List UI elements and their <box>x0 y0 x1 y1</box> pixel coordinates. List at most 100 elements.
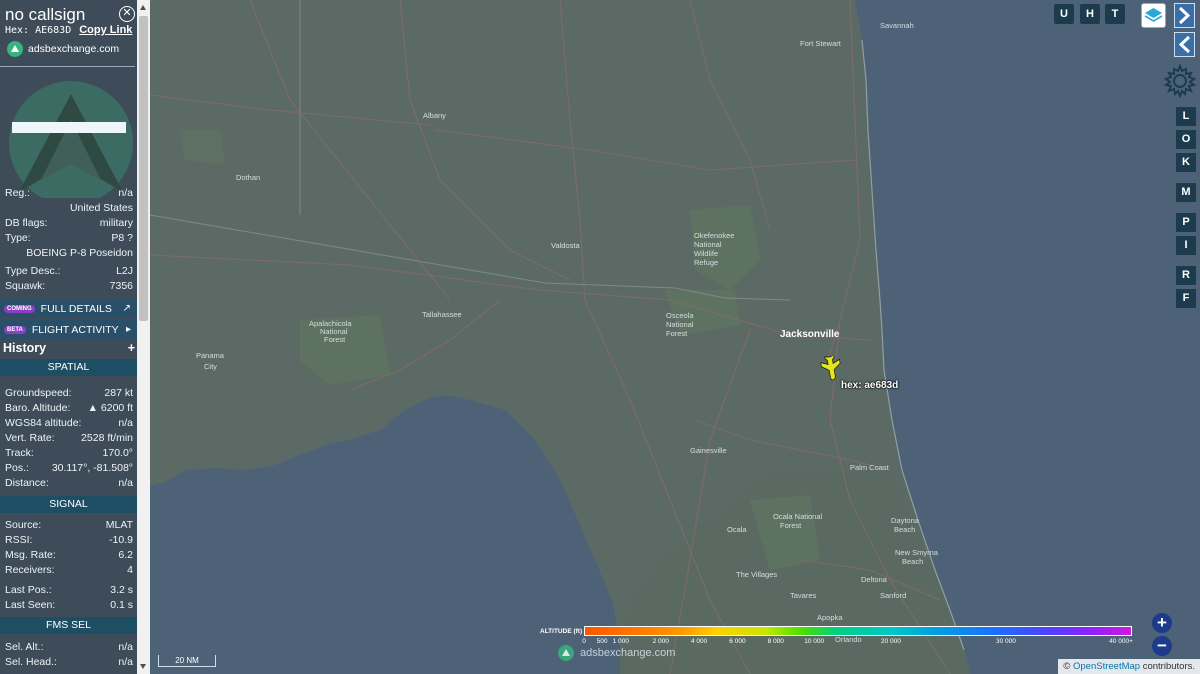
spatial-value: 170.0° <box>102 447 133 459</box>
typedesc-value: L2J <box>116 265 133 277</box>
layers-button[interactable] <box>1141 3 1166 28</box>
signal-label: Last Seen: <box>5 599 56 611</box>
signal-value: -10.9 <box>109 534 133 546</box>
map-canvas[interactable]: Savannah Fort Stewart Albany Dothan Valdosta… <box>150 0 1200 674</box>
attribution-suffix: contributors. <box>1140 661 1195 672</box>
scroll-up-icon[interactable] <box>140 5 146 10</box>
map-attribution: © OpenStreetMap contributors. <box>1058 659 1200 674</box>
type-value: P8 ? <box>111 232 133 244</box>
history-row[interactable]: History + <box>3 341 135 355</box>
signal-value: 3.2 s <box>110 584 133 596</box>
signal-value: 4 <box>127 564 133 576</box>
altitude-gradient <box>584 626 1132 636</box>
squawk-row: Squawk: 7356 <box>5 280 133 292</box>
map-scale: 20 NM <box>158 655 216 667</box>
toggle-i-button[interactable]: I <box>1176 236 1196 255</box>
full-details-button[interactable]: COMING FULL DETAILS ↗ <box>0 299 137 318</box>
signal-row: Last Seen: 0.1 s <box>5 599 133 611</box>
toggle-r-button[interactable]: R <box>1176 266 1196 285</box>
toggle-h-button[interactable]: H <box>1080 4 1100 24</box>
beta-badge: BETA <box>4 325 26 334</box>
sidebar-divider <box>0 66 135 67</box>
map-place-label: National <box>694 240 722 249</box>
map-place-label: The Villages <box>736 570 777 579</box>
zoom-out-button[interactable]: − <box>1152 636 1172 656</box>
signal-row: Receivers: 4 <box>5 564 133 576</box>
history-add-icon[interactable]: + <box>128 341 135 355</box>
fms-header: FMS SEL <box>0 617 137 634</box>
coming-badge: COMING <box>4 304 35 313</box>
map-place-label: Daytona <box>891 516 920 525</box>
zoom-in-button[interactable]: + <box>1152 613 1172 633</box>
signal-header: SIGNAL <box>0 496 137 513</box>
altitude-tick: 20 000 <box>880 638 901 645</box>
spatial-value: n/a <box>118 417 133 429</box>
dbflags-label: DB flags: <box>5 217 48 229</box>
toggle-k-button[interactable]: K <box>1176 153 1196 172</box>
aircraft-marker-icon[interactable] <box>818 356 844 382</box>
map-place-label: National <box>666 320 694 329</box>
squawk-value: 7356 <box>109 280 133 292</box>
spatial-label: Distance: <box>5 477 49 489</box>
layers-icon <box>1144 8 1163 22</box>
aircraft-label[interactable]: hex: ae683d <box>841 380 898 391</box>
adsbx-logo-icon <box>7 40 23 57</box>
copy-link[interactable]: Copy Link <box>79 24 132 36</box>
external-link-icon: ↗ <box>122 303 131 314</box>
dbflags-row: DB flags: military <box>5 217 133 229</box>
map-place-label: Dothan <box>236 173 260 182</box>
reg-label: Reg.: <box>5 187 31 199</box>
map-place-label: Savannah <box>880 21 914 30</box>
altitude-tick: 1 000 <box>612 638 629 645</box>
openstreetmap-link[interactable]: OpenStreetMap <box>1073 661 1140 672</box>
scrollbar-thumb[interactable] <box>139 16 148 321</box>
map-place-label: Tavares <box>790 591 817 600</box>
toggle-l-button[interactable]: L <box>1176 107 1196 126</box>
spatial-label: Pos.: <box>5 462 29 474</box>
toggle-m-button[interactable]: M <box>1176 183 1196 202</box>
toggle-u-button[interactable]: U <box>1054 4 1074 24</box>
type-row: Type: P8 ? <box>5 232 133 244</box>
close-icon[interactable]: ✕ <box>119 6 135 22</box>
spatial-label: Vert. Rate: <box>5 432 55 444</box>
map-place-label: Refuge <box>694 258 718 267</box>
signal-row: Last Pos.: 3.2 s <box>5 584 133 596</box>
sidebar-brand[interactable]: adsbexchange.com <box>7 40 119 57</box>
aircraft-photo <box>5 80 137 198</box>
type-name: BOEING P-8 Poseidon <box>26 247 133 259</box>
signal-value: 6.2 <box>118 549 133 561</box>
map-place-label: Gainesville <box>690 446 727 455</box>
collapse-left-button[interactable] <box>1174 32 1195 57</box>
toggle-t-button[interactable]: T <box>1105 4 1125 24</box>
signal-label: Source: <box>5 519 42 531</box>
signal-row: Source: MLAT <box>5 519 133 531</box>
fms-label: Sel. Alt.: <box>5 641 44 653</box>
map-place-label: Panama <box>196 351 225 360</box>
map-brand-text: adsbexchange.com <box>580 647 676 659</box>
map-place-label: Palm Coast <box>850 463 890 472</box>
toggle-o-button[interactable]: O <box>1176 130 1196 149</box>
altitude-tick: 500 <box>596 638 608 645</box>
map-place-label: Osceola <box>666 311 694 320</box>
map-place-label: Forest <box>666 329 688 338</box>
spatial-value: n/a <box>118 477 133 489</box>
fms-row: Sel. Alt.: n/a <box>5 641 133 653</box>
spatial-label: Baro. Altitude: <box>5 402 71 414</box>
sidebar-scrollbar[interactable] <box>137 0 150 674</box>
map-place-label: Beach <box>902 557 923 566</box>
map-place-label: Tallahassee <box>422 310 462 319</box>
signal-label: RSSI: <box>5 534 33 546</box>
toggle-f-button[interactable]: F <box>1176 289 1196 308</box>
toggle-p-button[interactable]: P <box>1176 213 1196 232</box>
flight-activity-button[interactable]: BETA FLIGHT ACTIVITY ▸ <box>0 320 137 339</box>
expand-right-button[interactable] <box>1174 3 1195 28</box>
adsb-app: no callsign ✕ Hex: AE683D Copy Link adsbe… <box>0 0 1200 674</box>
history-label: History <box>3 341 47 355</box>
scroll-down-icon[interactable] <box>140 664 146 669</box>
spatial-row: Distance: n/a <box>5 477 133 489</box>
spatial-label: Track: <box>5 447 34 459</box>
flight-activity-label: FLIGHT ACTIVITY <box>31 323 119 336</box>
signal-label: Last Pos.: <box>5 584 52 596</box>
settings-button[interactable] <box>1163 63 1197 99</box>
country-value: United States <box>69 202 133 214</box>
